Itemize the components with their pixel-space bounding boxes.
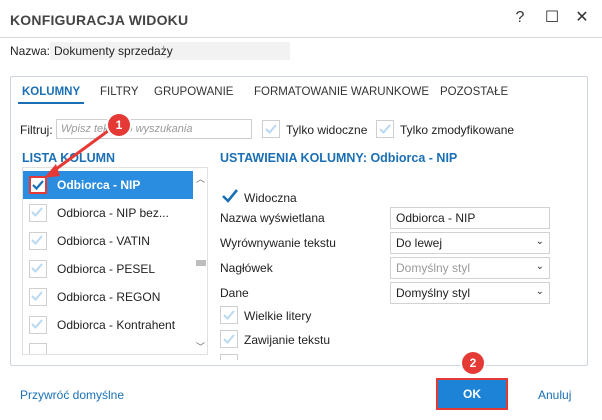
annotation-badge-1: 1 xyxy=(108,114,130,136)
annotation-badge-2: 2 xyxy=(462,352,484,374)
arrow-line xyxy=(51,126,113,174)
annotation-arrow xyxy=(44,126,113,178)
